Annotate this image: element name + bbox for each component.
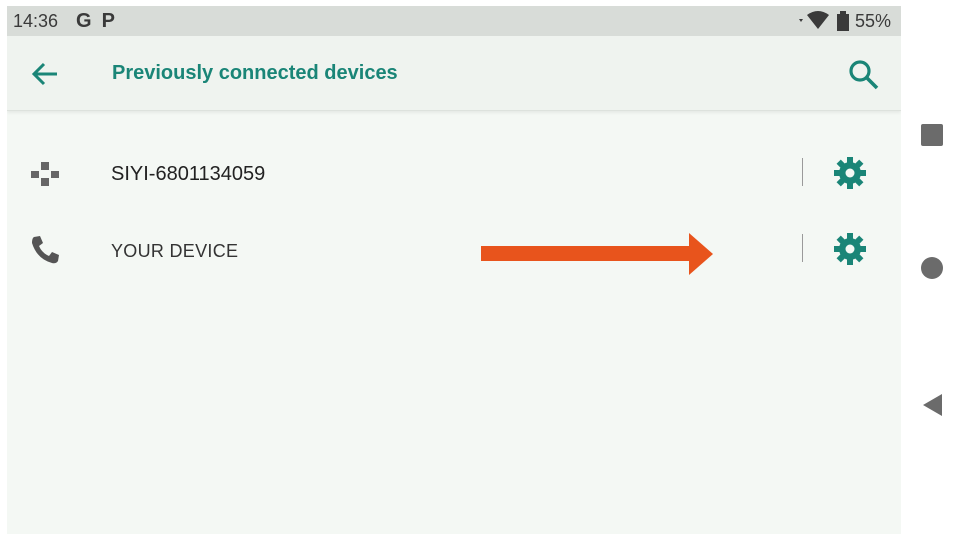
device-row-siyi[interactable]: SIYI-6801134059 bbox=[7, 138, 901, 208]
home-button[interactable] bbox=[917, 253, 947, 283]
battery-percent: 55% bbox=[854, 10, 891, 31]
status-bar: 14:36 G P 55% bbox=[7, 6, 901, 36]
back-button[interactable] bbox=[27, 56, 63, 92]
google-notification-icon: G bbox=[76, 9, 92, 32]
device-row-your-device[interactable]: YOUR DEVICE bbox=[7, 214, 901, 284]
page-title: Previously connected devices bbox=[112, 62, 398, 84]
phone-icon bbox=[32, 236, 59, 264]
arrow-left-icon bbox=[31, 62, 57, 86]
device-settings-button[interactable] bbox=[831, 154, 869, 192]
device-name: SIYI-6801134059 bbox=[111, 163, 266, 185]
p-notification-icon: P bbox=[101, 9, 115, 32]
gear-icon bbox=[834, 157, 866, 189]
battery-icon bbox=[836, 11, 849, 31]
back-nav-button[interactable] bbox=[917, 390, 947, 420]
gamepad-icon bbox=[31, 162, 59, 186]
wifi-icon bbox=[798, 11, 829, 29]
navigation-bar bbox=[901, 0, 957, 534]
row-divider bbox=[802, 234, 803, 262]
annotation-arrow bbox=[481, 233, 713, 275]
recents-button[interactable] bbox=[917, 120, 947, 150]
circle-icon bbox=[921, 257, 943, 279]
square-icon bbox=[921, 124, 943, 146]
status-time: 14:36 bbox=[13, 10, 59, 31]
search-icon bbox=[849, 60, 879, 90]
search-button[interactable] bbox=[845, 56, 883, 94]
app-bar: Previously connected devices bbox=[7, 36, 901, 111]
status-right-group: 55% bbox=[797, 6, 891, 36]
gear-icon bbox=[834, 233, 866, 265]
row-divider bbox=[802, 158, 803, 186]
triangle-back-icon bbox=[923, 394, 942, 416]
device-settings-button[interactable] bbox=[831, 230, 869, 268]
device-name: YOUR DEVICE bbox=[111, 241, 239, 261]
android-screen: 14:36 G P 55% Previously connected devic… bbox=[7, 6, 901, 534]
